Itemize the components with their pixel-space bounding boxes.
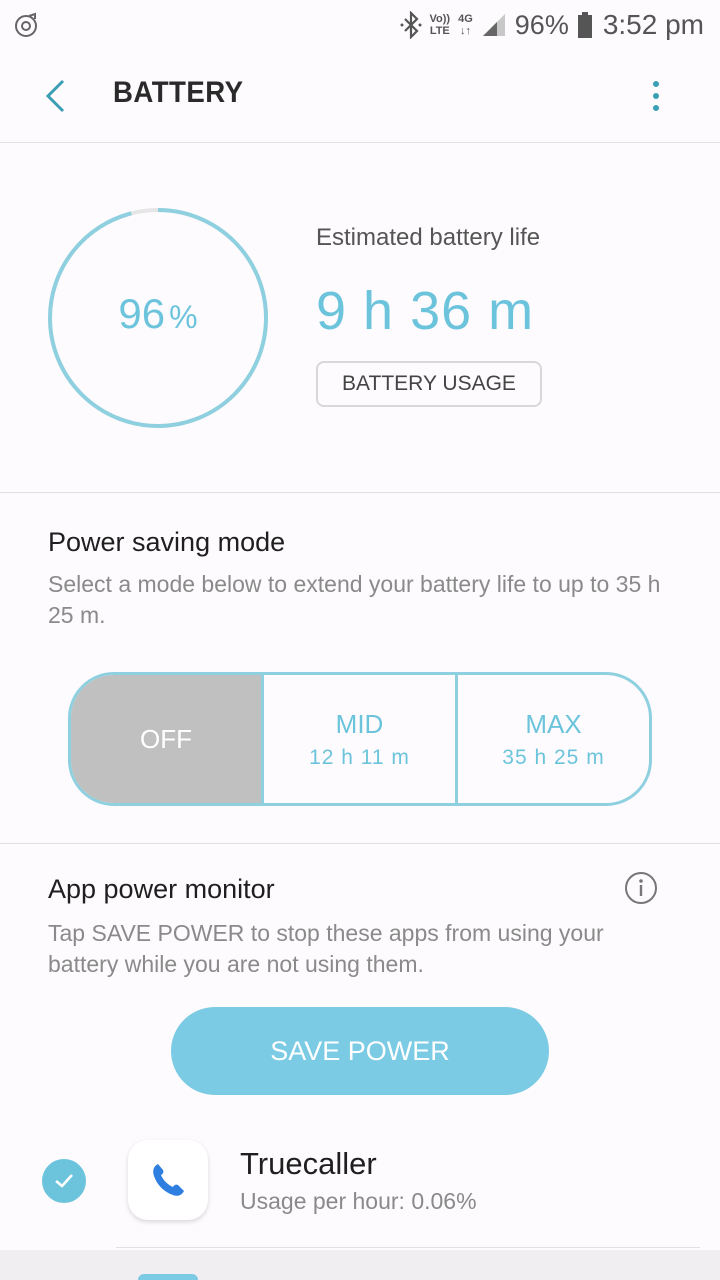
battery-usage-button[interactable]: BATTERY USAGE xyxy=(316,361,542,407)
app-bar: BATTERY xyxy=(0,50,720,142)
estimated-battery-life-label: Estimated battery life xyxy=(316,224,541,251)
mode-off-option[interactable]: OFF xyxy=(71,675,261,803)
mode-time: 12 h 11 m xyxy=(309,745,410,769)
status-bar: Vo)) LTE 4G ↓↑ 96% 3:52 pm xyxy=(0,0,720,50)
truecaller-app-icon xyxy=(128,1140,208,1220)
music-player-icon xyxy=(15,12,37,37)
battery-icon xyxy=(577,12,592,38)
divider xyxy=(0,492,720,493)
signal-icon xyxy=(482,14,505,36)
mode-mid-option[interactable]: MID 12 h 11 m xyxy=(261,675,458,803)
back-button[interactable] xyxy=(30,70,80,122)
volte-indicator: Vo)) LTE xyxy=(429,13,451,37)
save-power-button[interactable]: SAVE POWER xyxy=(171,1007,549,1095)
info-icon[interactable] xyxy=(624,871,658,905)
mode-name: OFF xyxy=(140,723,192,754)
checkmark-icon xyxy=(55,1174,73,1188)
bluetooth-icon xyxy=(400,11,422,39)
back-arrow-icon xyxy=(45,79,65,113)
mode-name: MID xyxy=(335,708,384,739)
power-saving-title: Power saving mode xyxy=(48,527,286,557)
divider xyxy=(116,1247,700,1248)
mode-name: MAX xyxy=(525,708,582,739)
power-saving-description: Select a mode below to extend your batte… xyxy=(48,571,661,628)
power-mode-selector: OFF MID 12 h 11 m MAX 35 h 25 m xyxy=(68,672,652,806)
battery-percent-status: 96% xyxy=(514,9,569,40)
network-type-indicator: 4G ↓↑ xyxy=(458,13,473,37)
next-list-item-peek xyxy=(0,1250,720,1280)
mode-max-option[interactable]: MAX 35 h 25 m xyxy=(458,675,649,803)
divider xyxy=(0,142,720,143)
mode-time: 35 h 25 m xyxy=(502,745,605,769)
app-power-monitor-title: App power monitor xyxy=(48,874,275,904)
app-name: Truecaller xyxy=(240,1146,377,1181)
next-app-icon xyxy=(138,1274,198,1280)
estimated-battery-life-value: 9 h 36 m xyxy=(316,281,535,341)
app-checkbox[interactable] xyxy=(42,1159,86,1203)
more-options-button[interactable] xyxy=(632,70,680,122)
app-usage: Usage per hour: 0.06% xyxy=(240,1188,477,1214)
more-vert-icon xyxy=(653,81,659,87)
app-list-item[interactable]: Truecaller Usage per hour: 0.06% xyxy=(0,1128,720,1248)
page-title: BATTERY xyxy=(113,76,244,109)
app-power-monitor-description: Tap SAVE POWER to stop these apps from u… xyxy=(48,920,604,977)
divider xyxy=(0,843,720,844)
battery-level-text: 96% xyxy=(118,290,198,337)
phone-icon xyxy=(153,1164,184,1196)
clock: 3:52 pm xyxy=(602,9,704,40)
